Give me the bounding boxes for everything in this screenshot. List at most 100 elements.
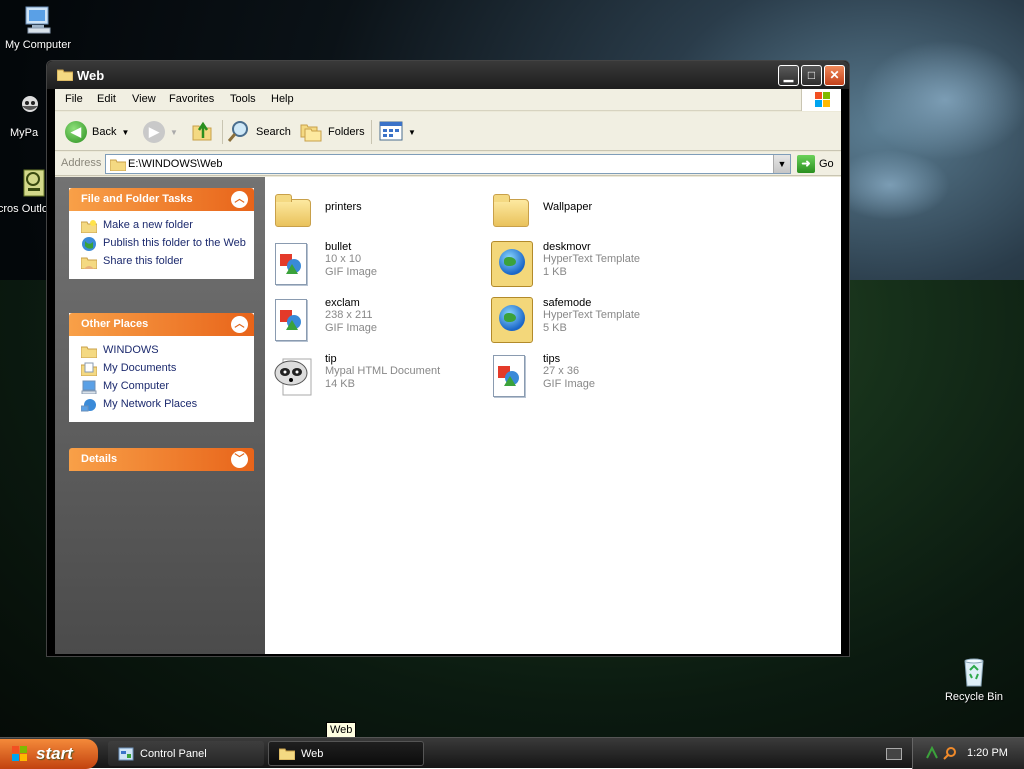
network-icon[interactable] (925, 746, 939, 760)
my-documents-icon (81, 362, 97, 376)
forward-button[interactable]: ▶ ▼ (143, 119, 178, 145)
file-name: bullet (325, 241, 352, 253)
expand-icon[interactable]: ﹀ (231, 451, 248, 468)
file-folder-tasks-header[interactable]: File and Folder Tasks ︿ (69, 188, 254, 211)
taskbar: start Control Panel Web 1:20 PM (0, 737, 1024, 769)
maximize-icon: □ (807, 68, 816, 82)
file-item[interactable]: exclam 238 x 211 GIF Image (273, 297, 483, 349)
title-bar[interactable]: Web ▁ □ ✕ (47, 61, 849, 89)
start-button[interactable]: start (0, 739, 98, 769)
file-list: printers Wallpaper bullet 10 x 10 GIF Imag… (265, 177, 841, 654)
file-dimensions: 238 x 211 (325, 309, 373, 321)
minimize-button[interactable]: ▁ (778, 65, 799, 86)
address-value: E:\WINDOWS\Web (128, 158, 223, 170)
file-item[interactable]: Wallpaper (491, 187, 701, 239)
taskbar-tooltip: Web (326, 722, 357, 738)
window-frame: File Edit View Favorites Tools Help ◀ Ba… (55, 89, 841, 654)
task-publish-to-web[interactable]: Publish this folder to the Web (81, 237, 248, 251)
start-label: start (36, 744, 73, 763)
address-dropdown-button[interactable]: ▼ (773, 155, 790, 173)
search-button[interactable]: Search (227, 119, 291, 145)
folders-button[interactable]: Folders (299, 119, 365, 145)
file-type: GIF Image (325, 266, 377, 278)
up-folder-button[interactable] (191, 119, 215, 145)
views-icon (379, 121, 403, 144)
go-button[interactable]: ➜ Go (797, 155, 834, 173)
task-make-new-folder[interactable]: Make a new folder (81, 219, 248, 233)
menu-file[interactable]: File (65, 93, 83, 105)
gif-image-icon (273, 241, 319, 289)
file-type: GIF Image (543, 378, 595, 390)
network-places-icon (81, 399, 96, 412)
back-button[interactable]: ◀ Back ▼ (65, 119, 129, 145)
menu-edit[interactable]: Edit (97, 93, 116, 105)
maximize-button[interactable]: □ (801, 65, 822, 86)
close-button[interactable]: ✕ (824, 65, 845, 86)
file-name: printers (325, 201, 362, 213)
windows-logo-icon (12, 746, 27, 761)
address-input[interactable]: E:\WINDOWS\Web ▼ (105, 154, 791, 174)
file-item[interactable]: printers (273, 187, 483, 239)
taskbar-button-web[interactable]: Web (268, 741, 424, 766)
keyboard-icon[interactable] (886, 748, 902, 760)
file-size: 1 KB (543, 266, 567, 278)
place-label: WINDOWS (103, 344, 159, 356)
file-item[interactable]: tips 27 x 36 GIF Image (491, 353, 701, 405)
content-area: File and Folder Tasks ︿ Make a new folde… (55, 177, 841, 654)
menu-favorites[interactable]: Favorites (169, 93, 214, 105)
address-bar: Address E:\WINDOWS\Web ▼ ➜ Go (55, 152, 841, 176)
menu-view[interactable]: View (132, 93, 156, 105)
desktop-icon-label: Micros Outlo (0, 203, 48, 215)
place-label: My Network Places (103, 398, 198, 410)
standard-toolbar: ◀ Back ▼ ▶ ▼ Search Folders ▼ (55, 112, 841, 151)
folder-icon (279, 748, 295, 760)
search-icon (227, 119, 251, 146)
collapse-icon[interactable]: ︿ (231, 191, 248, 208)
file-item[interactable]: deskmovr HyperText Template 1 KB (491, 241, 701, 293)
place-my-computer[interactable]: My Computer (81, 380, 248, 394)
file-name: tip (325, 353, 337, 365)
search-label: Search (256, 126, 291, 138)
desktop-icon-label: Recycle Bin (944, 691, 1004, 703)
windows-logo-icon (801, 89, 841, 111)
details-header[interactable]: Details ﹀ (69, 448, 254, 471)
search-icon[interactable] (943, 746, 957, 760)
file-item[interactable]: tip Mypal HTML Document 14 KB (273, 353, 483, 405)
task-label: Share this folder (103, 255, 184, 267)
mypal-icon (16, 92, 48, 124)
menu-tools[interactable]: Tools (230, 93, 256, 105)
file-item[interactable]: safemode HyperText Template 5 KB (491, 297, 701, 349)
chevron-down-icon: ▼ (170, 127, 178, 137)
desktop-icon-recycle-bin[interactable]: Recycle Bin (936, 656, 1012, 703)
file-name: tips (543, 353, 561, 365)
chevron-down-icon: ▼ (408, 127, 416, 137)
place-windows[interactable]: WINDOWS (81, 344, 248, 358)
folders-label: Folders (328, 126, 365, 138)
taskbar-button-label: Control Panel (140, 747, 207, 760)
desktop-icon-label: My Computer (4, 39, 72, 51)
collapse-icon[interactable]: ︿ (231, 316, 248, 333)
place-my-documents[interactable]: My Documents (81, 362, 248, 376)
clock[interactable]: 1:20 PM (967, 747, 1008, 759)
details-panel: Details ﹀ (69, 448, 254, 471)
sky-cloud (860, 40, 1024, 160)
task-share-folder[interactable]: Share this folder (81, 255, 248, 269)
chevron-down-icon[interactable]: ▼ (121, 128, 129, 137)
other-places-header[interactable]: Other Places ︿ (69, 313, 254, 336)
place-my-network[interactable]: My Network Places (81, 398, 248, 412)
desktop-icon-my-computer[interactable]: My Computer (0, 4, 76, 51)
desktop-icon-label: MyPa (10, 127, 39, 139)
control-panel-icon (118, 747, 134, 760)
toolbar-separator (371, 120, 372, 144)
desktop-icon-outlook[interactable]: Micros Outlo (0, 168, 48, 216)
explorer-window: Web ▁ □ ✕ File Edit View Favorites Tools… (46, 60, 850, 657)
other-places-panel: Other Places ︿ WINDOWS My Documents My C… (69, 313, 254, 422)
task-label: Make a new folder (103, 219, 193, 231)
window-title: Web (77, 68, 105, 83)
new-folder-icon (81, 220, 97, 233)
taskbar-button-control-panel[interactable]: Control Panel (108, 741, 264, 766)
file-folder-tasks-panel: File and Folder Tasks ︿ Make a new folde… (69, 188, 254, 279)
file-item[interactable]: bullet 10 x 10 GIF Image (273, 241, 483, 293)
menu-help[interactable]: Help (271, 93, 294, 105)
views-button[interactable]: ▼ (379, 119, 416, 145)
